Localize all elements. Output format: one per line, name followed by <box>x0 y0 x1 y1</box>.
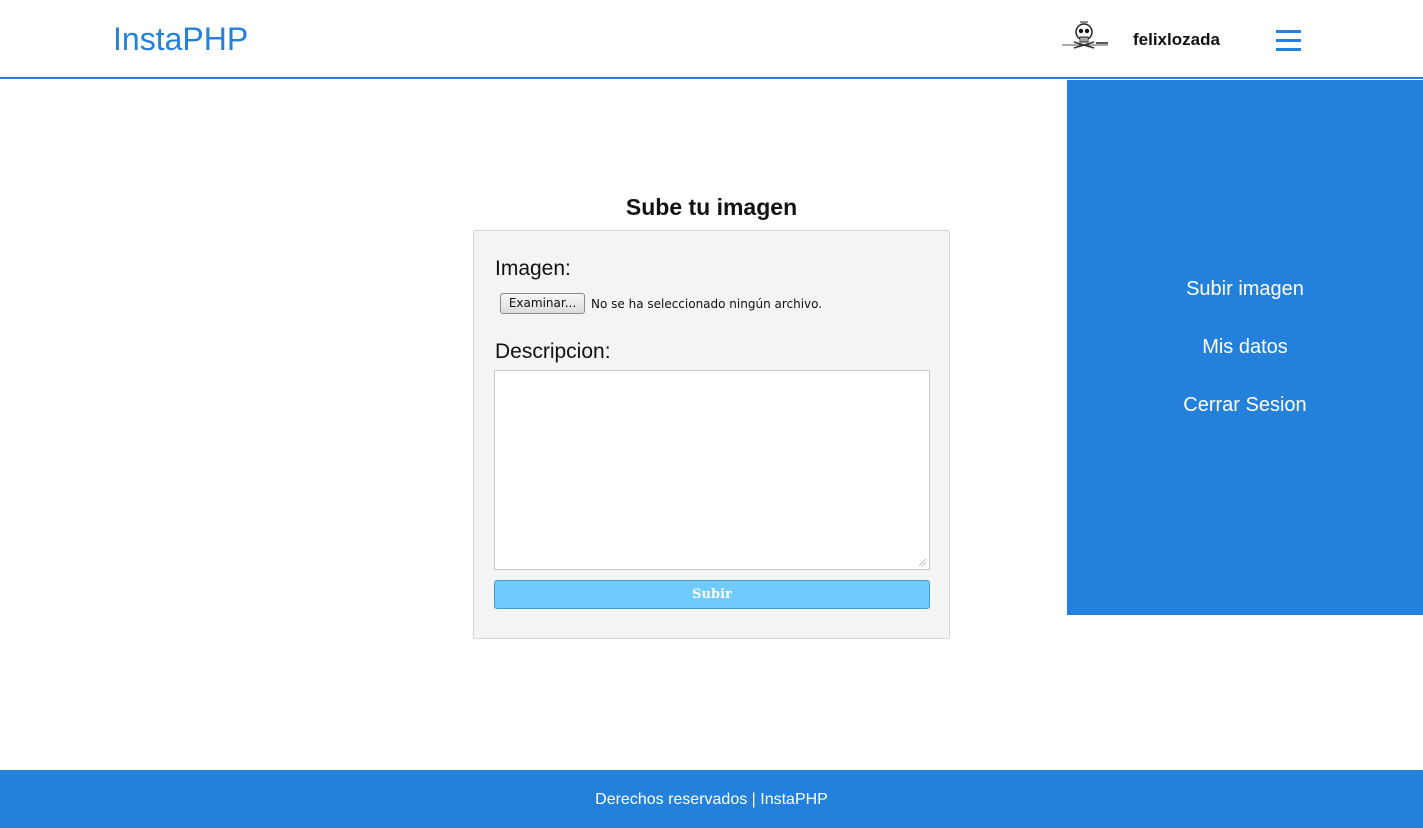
username: felixlozada <box>1133 30 1220 49</box>
footer: Derechos reservados | InstaPHP <box>0 770 1423 828</box>
logo-link[interactable]: InstaPHP <box>113 21 248 57</box>
page-title: Sube tu imagen <box>625 194 798 220</box>
header: InstaPHP felixlozada <box>0 0 1423 79</box>
browse-file-button[interactable]: Examinar... <box>500 293 585 314</box>
footer-text: Derechos reservados | InstaPHP <box>595 791 828 808</box>
hamburger-menu-icon[interactable] <box>1276 29 1301 53</box>
page: InstaPHP felixlozada Subir imagen Mis da… <box>0 0 1423 828</box>
menu-item-cerrar-sesion[interactable]: Cerrar Sesion <box>1067 393 1423 417</box>
description-textarea[interactable] <box>494 370 930 570</box>
upload-form: Imagen: Examinar... No se ha seleccionad… <box>473 230 950 639</box>
menu-item-subir-imagen[interactable]: Subir imagen <box>1067 277 1423 301</box>
image-label: Imagen: <box>495 257 571 280</box>
description-label: Descripcion: <box>495 340 611 363</box>
submit-button[interactable]: Subir <box>494 580 930 609</box>
side-menu: Subir imagen Mis datos Cerrar Sesion <box>1067 80 1423 615</box>
resize-grip-icon[interactable] <box>919 559 926 566</box>
menu-item-mis-datos[interactable]: Mis datos <box>1067 335 1423 359</box>
file-status-text: No se ha seleccionado ningún archivo. <box>591 297 823 311</box>
skull-avatar-icon <box>1062 21 1108 49</box>
